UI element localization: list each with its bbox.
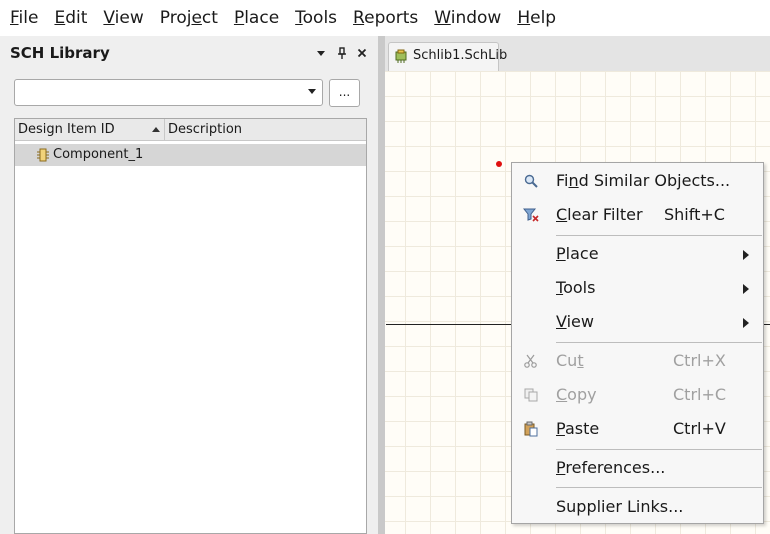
tab-label: Schlib1.SchLib <box>413 48 508 63</box>
sch-library-panel: SCH Library ... Design Item ID Descripti… <box>0 36 378 534</box>
submenu-arrow-icon <box>743 284 749 294</box>
column-header-label: Description <box>168 122 243 137</box>
paste-icon <box>523 421 539 437</box>
menu-item-paste[interactable]: Paste Ctrl+V <box>512 414 763 444</box>
tab-schlib1[interactable]: Schlib1.SchLib <box>388 42 507 71</box>
menu-project[interactable]: Project <box>152 0 226 36</box>
shortcut-label: Ctrl+V <box>673 419 726 438</box>
menu-separator <box>556 342 762 343</box>
menu-item-label: View <box>556 312 594 331</box>
scissors-icon <box>523 353 539 369</box>
menu-bar: File Edit View Project Place Tools Reports Wind… <box>0 0 770 36</box>
menu-item-place[interactable]: Place <box>512 239 763 269</box>
design-item-id-cell: Component_1 <box>53 147 144 162</box>
table-row[interactable]: Component_1 <box>15 144 366 166</box>
menu-item-copy: Copy Ctrl+C <box>512 380 763 410</box>
panel-menu-icon[interactable] <box>313 45 329 61</box>
copy-icon <box>523 387 539 403</box>
menu-file[interactable]: File <box>2 0 46 36</box>
submenu-arrow-icon <box>743 250 749 260</box>
library-grid: Design Item ID Description Component_1 <box>14 118 367 534</box>
menu-item-label: Clear Filter <box>556 205 643 224</box>
chevron-down-icon <box>308 89 316 94</box>
shortcut-label: Ctrl+C <box>673 385 727 404</box>
menu-item-preferences[interactable]: Preferences... <box>512 453 763 483</box>
menu-view[interactable]: View <box>95 0 151 36</box>
menu-item-label: Find Similar Objects... <box>556 171 731 190</box>
menu-item-label: Tools <box>556 278 596 297</box>
menu-item-cut: Cut Ctrl+X <box>512 346 763 376</box>
panel-splitter[interactable] <box>378 36 385 534</box>
menu-item-label: Paste <box>556 419 600 438</box>
document-tab-strip: Schlib1.SchLib <box>385 36 770 71</box>
component-icon <box>37 148 49 162</box>
menu-separator <box>556 235 762 236</box>
panel-header: SCH Library <box>0 36 378 70</box>
schlib-file-icon <box>395 49 407 63</box>
origin-marker <box>496 161 502 167</box>
menu-item-label: Preferences... <box>556 458 666 477</box>
menu-item-label: Place <box>556 244 599 263</box>
submenu-arrow-icon <box>743 318 749 328</box>
column-header-description[interactable]: Description <box>165 119 365 141</box>
panel-title: SCH Library <box>10 44 110 62</box>
menu-place[interactable]: Place <box>226 0 287 36</box>
filter-combo-box[interactable] <box>14 79 323 106</box>
column-header-label: Design Item ID <box>18 122 115 137</box>
close-icon[interactable] <box>354 45 370 61</box>
menu-item-label: Supplier Links... <box>556 497 684 516</box>
menu-reports[interactable]: Reports <box>345 0 426 36</box>
menu-item-view[interactable]: View <box>512 307 763 337</box>
column-header-design-item-id[interactable]: Design Item ID <box>15 119 165 141</box>
menu-help[interactable]: Help <box>509 0 564 36</box>
grid-header: Design Item ID Description <box>15 119 366 141</box>
menu-window[interactable]: Window <box>426 0 509 36</box>
browse-button[interactable]: ... <box>329 79 360 107</box>
shortcut-label: Shift+C <box>664 205 725 224</box>
menu-tools[interactable]: Tools <box>287 0 345 36</box>
menu-separator <box>556 449 762 450</box>
sort-ascending-icon <box>152 127 160 132</box>
menu-item-find-similar-objects[interactable]: Find Similar Objects... <box>512 166 763 196</box>
menu-item-label: Copy <box>556 385 597 404</box>
menu-item-supplier-links[interactable]: Supplier Links... <box>512 492 763 522</box>
context-menu: Find Similar Objects... Clear Filter Shift… <box>511 162 764 524</box>
menu-separator <box>556 487 762 488</box>
menu-edit[interactable]: Edit <box>46 0 95 36</box>
magnifier-icon <box>523 173 539 189</box>
shortcut-label: Ctrl+X <box>673 351 726 370</box>
menu-item-label: Cut <box>556 351 584 370</box>
pin-icon[interactable] <box>334 45 350 61</box>
menu-item-tools[interactable]: Tools <box>512 273 763 303</box>
menu-item-clear-filter[interactable]: Clear Filter Shift+C <box>512 200 763 230</box>
clear-filter-icon <box>522 207 539 223</box>
